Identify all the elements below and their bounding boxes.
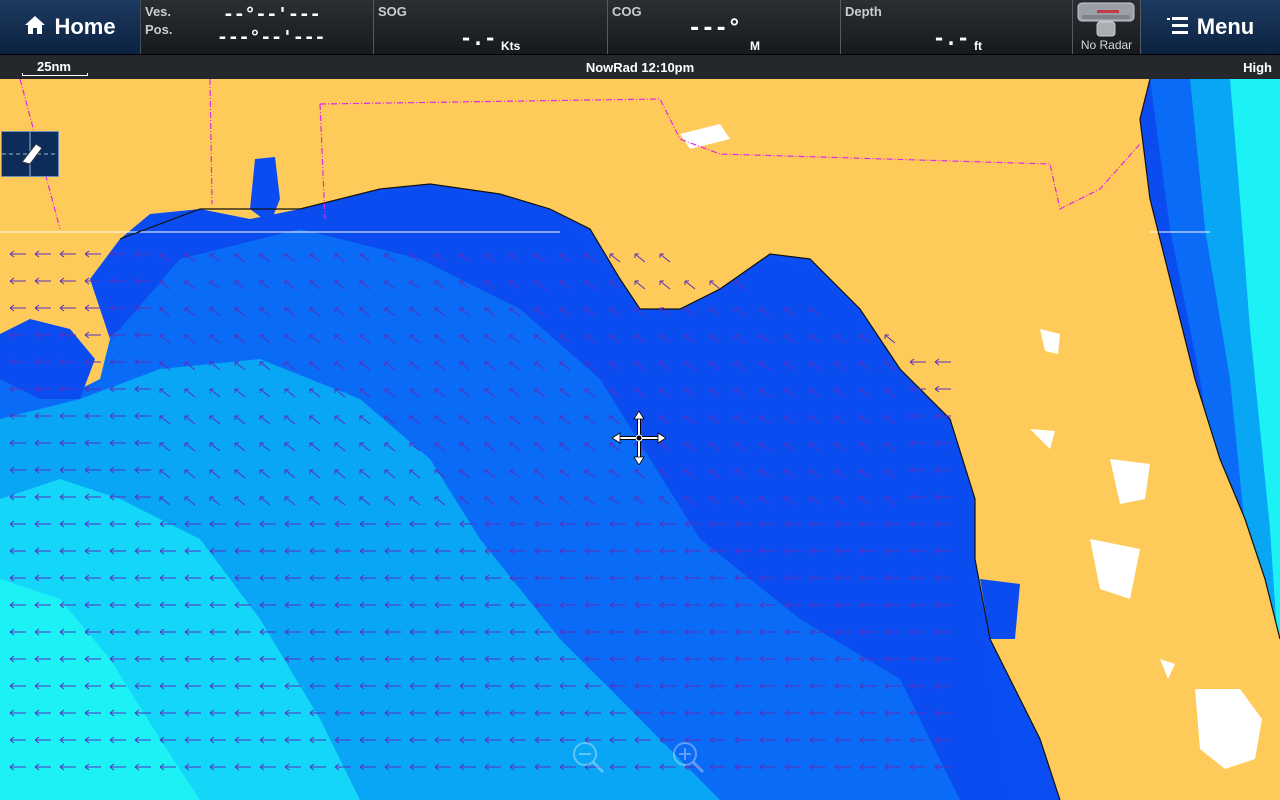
sog-label: SOG [378, 4, 407, 19]
zoom-out-button[interactable] [570, 739, 606, 775]
vessel-position-label-line2: Pos. [145, 22, 173, 37]
home-label: Home [54, 14, 116, 39]
cog-box[interactable]: COG ---° M [608, 0, 841, 54]
sog-value: -.- [460, 26, 497, 50]
menu-label: Menu [1196, 14, 1255, 39]
longitude-value: ---°--'--- [217, 27, 326, 48]
boat-position-button[interactable] [1, 131, 59, 177]
radar-button[interactable]: No Radar [1073, 0, 1141, 54]
home-icon [24, 15, 46, 40]
depth-unit: ft [974, 39, 982, 53]
radar-status-label: No Radar [1080, 38, 1133, 52]
home-button[interactable]: Home [0, 0, 141, 54]
status-bar: 25nm NowRad 12:10pm High [0, 55, 1280, 79]
cog-unit: M [750, 39, 760, 53]
zoom-in-button[interactable] [670, 739, 706, 775]
depth-value: -.- [933, 26, 970, 50]
cog-value: ---° [688, 16, 741, 41]
latitude-value: --°--'--- [223, 4, 321, 25]
vessel-position-box[interactable]: Ves. Pos. --°--'--- ---°--'--- [141, 0, 374, 54]
map-cursor[interactable] [612, 411, 666, 465]
sog-unit: Kts [501, 39, 521, 53]
menu-button[interactable]: Menu [1141, 0, 1280, 54]
cog-label: COG [612, 4, 642, 19]
depth-label: Depth [845, 4, 882, 19]
menu-icon [1166, 16, 1189, 39]
weather-chart-map[interactable] [0, 79, 1280, 800]
detail-level-label: High [1243, 60, 1272, 75]
vessel-position-label-line1: Ves. [145, 4, 172, 19]
radar-icon [1077, 2, 1135, 43]
depth-box[interactable]: Depth -.- ft [841, 0, 1073, 54]
weather-overlay-label: NowRad 12:10pm [585, 60, 695, 75]
top-bar: Home Ves. Pos. --°--'--- ---°--'--- SOG … [0, 0, 1280, 55]
sog-box[interactable]: SOG -.- Kts [374, 0, 608, 54]
